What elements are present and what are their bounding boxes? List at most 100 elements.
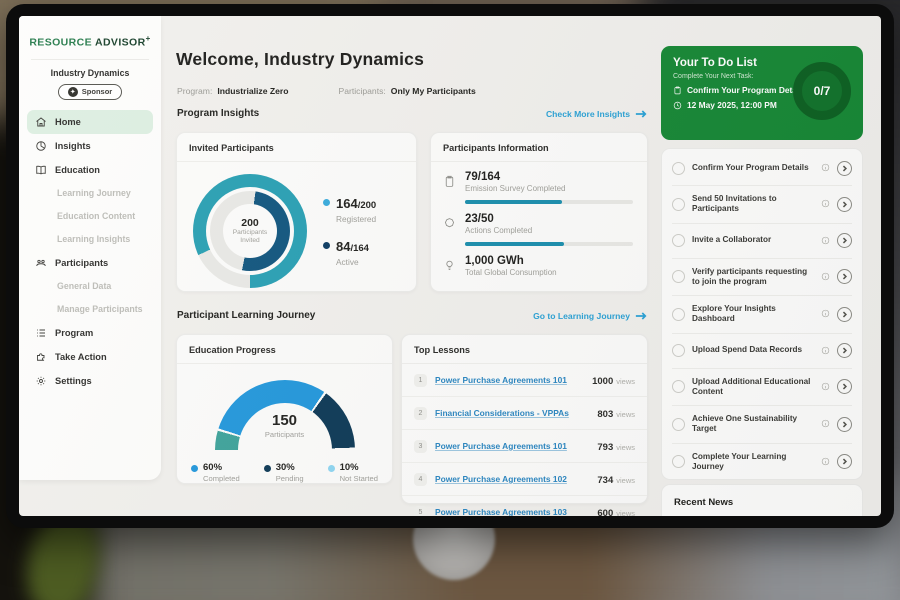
learning-journey-header: Participant Learning Journey Go to Learn… [177,310,647,321]
legend-pct: 60% [203,462,240,473]
task-checkbox[interactable] [672,344,685,357]
stat-label: Total Global Consumption [465,268,557,277]
legend-label: Completed [203,474,240,483]
invited-participants-card: Invited Participants 200 Participants In… [176,132,417,292]
sidebar-item-label: Education Content [57,211,135,221]
task-row[interactable]: Send 50 Invitations to Participants [672,185,852,223]
legend-registered: 164/200 Registered [323,195,376,224]
sidebar-item-settings[interactable]: Settings [27,369,153,393]
sidebar-item-manage-participants[interactable]: Manage Participants [27,298,153,321]
sidebar-item-education[interactable]: Education [27,158,153,182]
sidebar-item-take-action[interactable]: Take Action [27,345,153,369]
task-go-button[interactable] [837,269,852,284]
legend-pct: 30% [276,462,304,473]
task-go-button[interactable] [837,379,852,394]
card-title: Participants Information [431,133,647,162]
sponsor-label: Sponsor [82,87,112,96]
logo-resource: RESOURCE [29,37,92,49]
puzzle-icon [35,351,47,363]
task-checkbox[interactable] [672,308,685,321]
task-checkbox[interactable] [672,455,685,468]
lesson-link[interactable]: Power Purchase Agreements 102 [435,474,589,484]
task-row[interactable]: Confirm Your Program Details [672,151,852,185]
gauge-center: 150 Participants [215,412,355,439]
task-checkbox[interactable] [672,234,685,247]
sidebar-item-learning-insights[interactable]: Learning Insights [27,228,153,251]
task-go-button[interactable] [837,197,852,212]
task-checkbox[interactable] [672,380,685,393]
info-icon[interactable] [821,378,830,396]
arrow-right-icon [635,109,647,119]
lesson-link[interactable]: Power Purchase Agreements 103 [435,507,589,516]
people-icon [35,257,47,269]
task-row[interactable]: Complete Your Learning Journey [672,443,852,481]
sidebar-item-learning-journey[interactable]: Learning Journey [27,182,153,205]
active-total: /164 [350,243,369,254]
check-more-insights-link[interactable]: Check More Insights [546,109,647,119]
lesson-views: 734 [597,475,613,486]
info-icon[interactable] [821,415,830,433]
task-checkbox[interactable] [672,270,685,283]
task-checkbox[interactable] [672,198,685,211]
lesson-rank: 5 [414,506,427,517]
info-icon[interactable] [821,342,830,360]
pending-dot [264,465,271,472]
task-checkbox[interactable] [672,162,685,175]
info-icon[interactable] [821,232,830,250]
info-icon[interactable] [821,159,830,177]
lesson-views: 793 [597,442,613,453]
lesson-link[interactable]: Power Purchase Agreements 101 [435,441,589,451]
task-label: Confirm Your Program Details [692,163,814,173]
sidebar-item-label: Take Action [55,352,107,362]
program-insights-header: Program Insights Check More Insights [177,108,647,119]
task-label: Achieve One Sustainability Target [692,414,814,435]
participants-dropdown[interactable]: Participants: Only My Participants [339,82,490,100]
task-row[interactable]: Verify participants requesting to join t… [672,258,852,296]
legend-pct: 10% [340,462,378,473]
legend-label: Pending [276,474,304,483]
section-title: Program Insights [177,108,259,119]
task-row[interactable]: Explore Your Insights Dashboard [672,295,852,333]
page-title: Welcome, Industry Dynamics [176,49,424,70]
task-go-button[interactable] [837,307,852,322]
sidebar-item-label: Settings [55,376,92,386]
sidebar-item-education-content[interactable]: Education Content [27,205,153,228]
list-icon [35,327,47,339]
lesson-link[interactable]: Power Purchase Agreements 101 [435,375,584,385]
task-row[interactable]: Achieve One Sustainability Target [672,405,852,443]
sidebar-item-home[interactable]: Home [27,110,153,134]
stat-label: Emission Survey Completed [465,184,565,193]
clipboard-icon [673,86,682,95]
sidebar-item-program[interactable]: Program [27,321,153,345]
task-go-button[interactable] [837,417,852,432]
sidebar-item-insights[interactable]: Insights [27,134,153,158]
info-icon[interactable] [821,195,830,213]
gauge-label: Participants [215,430,355,439]
logo-advisor: ADVISOR [95,37,146,49]
filters-row: Program: Industrialize Zero Participants… [177,82,490,100]
divider [31,59,149,60]
donut-chart: 200 Participants Invited 164/200 Registe… [177,162,416,288]
sidebar-item-general-data[interactable]: General Data [27,275,153,298]
info-icon[interactable] [821,268,830,286]
program-dropdown[interactable]: Program: Industrialize Zero [177,82,303,100]
info-icon[interactable] [821,453,830,471]
card-title: Invited Participants [177,133,416,162]
sidebar-item-participants[interactable]: Participants [27,251,153,275]
task-go-button[interactable] [837,161,852,176]
task-go-button[interactable] [837,343,852,358]
task-go-button[interactable] [837,454,852,469]
org-name: Industry Dynamics [19,68,161,78]
task-row[interactable]: Invite a Collaborator [672,223,852,258]
monitor-bezel: RESOURCE ADVISOR+ Industry Dynamics ✦ Sp… [6,4,894,528]
lesson-link[interactable]: Financial Considerations - VPPAs [435,408,589,418]
active-label: Active [336,257,369,267]
go-to-learning-journey-link[interactable]: Go to Learning Journey [533,311,647,321]
task-checkbox[interactable] [672,418,685,431]
info-icon[interactable] [821,305,830,323]
task-row[interactable]: Upload Spend Data Records [672,333,852,368]
task-row[interactable]: Upload Additional Educational Content [672,368,852,406]
chevron-right-icon [841,237,848,244]
lesson-rank: 1 [414,374,427,387]
task-go-button[interactable] [837,233,852,248]
